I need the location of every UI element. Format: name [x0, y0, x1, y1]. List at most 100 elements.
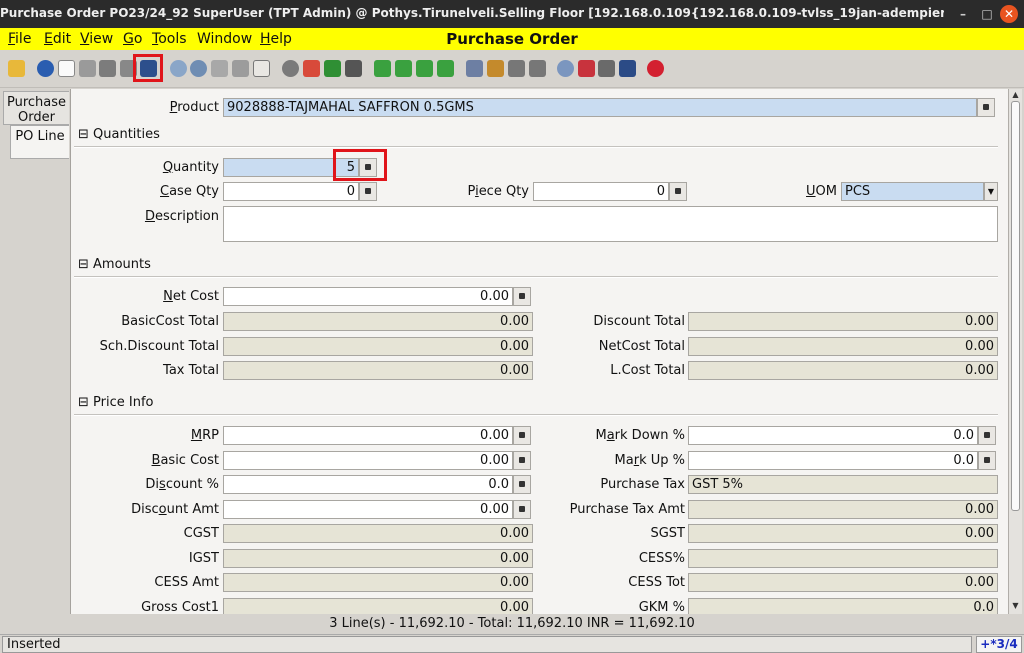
section-price-info[interactable]: ⊟ Price Info [74, 393, 998, 416]
save-icon[interactable] [140, 60, 157, 77]
cess-pct-field [688, 549, 998, 568]
menu-help[interactable]: Help [260, 31, 292, 47]
mark-up-label: Mark Up % [614, 453, 685, 468]
quantity-calculator-button[interactable] [359, 158, 377, 177]
mrp-field[interactable]: 0.00 [223, 426, 513, 445]
scroll-up-icon[interactable]: ▲ [1010, 89, 1021, 101]
home-icon[interactable] [303, 60, 320, 77]
po-line-form: Product 9028888-TAJMAHAL SAFFRON 0.5GMS … [70, 89, 1008, 614]
mark-up-field[interactable]: 0.0 [688, 451, 978, 470]
exit-icon[interactable] [647, 60, 664, 77]
menu-view[interactable]: View [80, 31, 113, 47]
mark-down-calculator-button[interactable] [978, 426, 996, 445]
cess-pct-label: CESS% [638, 551, 685, 566]
copy-record-icon[interactable] [79, 60, 96, 77]
tax-total-field: 0.00 [223, 361, 533, 380]
find-icon[interactable] [190, 60, 207, 77]
uom-label: UOM [806, 184, 837, 199]
cgst-field: 0.00 [223, 524, 533, 543]
print-icon[interactable] [529, 60, 546, 77]
tab-purchase-order[interactable]: Purchase Order [3, 91, 69, 125]
sgst-label: SGST [650, 526, 685, 541]
description-field[interactable] [223, 206, 998, 242]
undo-icon[interactable] [8, 60, 25, 77]
parent-icon[interactable] [324, 60, 341, 77]
previous-record-icon[interactable] [395, 60, 412, 77]
uom-dropdown-arrow[interactable]: ▼ [984, 182, 998, 201]
piece-qty-label: Piece Qty [467, 184, 530, 199]
net-cost-calculator-button[interactable] [513, 287, 531, 306]
piece-qty-field[interactable]: 0 [533, 182, 669, 201]
discount-pct-field[interactable]: 0.0 [223, 475, 513, 494]
menu-edit[interactable]: Edit [44, 31, 71, 47]
description-label: Description [144, 209, 219, 224]
discount-amt-field[interactable]: 0.00 [223, 500, 513, 519]
case-qty-field[interactable]: 0 [223, 182, 359, 201]
status-bar: Inserted +*3/4 [0, 634, 1024, 653]
menu-file[interactable]: File [8, 31, 31, 47]
product-lookup-button[interactable] [977, 98, 995, 117]
product-field[interactable]: 9028888-TAJMAHAL SAFFRON 0.5GMS [223, 98, 977, 117]
discount-pct-calculator-button[interactable] [513, 475, 531, 494]
product-info-icon[interactable] [619, 60, 636, 77]
case-qty-label: Case Qty [160, 184, 219, 199]
l-cost-total-field: 0.00 [688, 361, 998, 380]
tab-po-line[interactable]: PO Line [10, 125, 69, 159]
igst-field: 0.00 [223, 549, 533, 568]
section-quantities[interactable]: ⊟ Quantities [74, 125, 998, 148]
case-qty-calculator-button[interactable] [359, 182, 377, 201]
quantity-field[interactable]: 5 [223, 158, 359, 177]
sch-discount-total-label: Sch.Discount Total [99, 339, 219, 354]
basic-cost-total-label: BasicCost Total [121, 314, 219, 329]
gross-cost1-field: 0.00 [223, 598, 533, 614]
report-icon[interactable] [466, 60, 483, 77]
maximize-button[interactable]: □ [978, 5, 996, 23]
menu-go[interactable]: Go [123, 31, 142, 47]
delete-selection-icon[interactable] [120, 60, 137, 77]
refresh-icon[interactable] [170, 60, 187, 77]
first-record-icon[interactable] [374, 60, 391, 77]
archive-icon[interactable] [487, 60, 504, 77]
uom-select[interactable]: PCS [841, 182, 984, 201]
mark-down-field[interactable]: 0.0 [688, 426, 978, 445]
net-cost-label: Net Cost [163, 289, 219, 304]
help-icon[interactable] [37, 60, 54, 77]
record-indicator[interactable]: +*3/4 [976, 636, 1022, 653]
request-icon[interactable] [598, 60, 615, 77]
detail-icon[interactable] [345, 60, 362, 77]
workflow-icon[interactable] [578, 60, 595, 77]
zoom-across-icon[interactable] [557, 60, 574, 77]
history-icon[interactable] [282, 60, 299, 77]
last-record-icon[interactable] [437, 60, 454, 77]
form-scrollbar[interactable]: ▲ ▼ [1008, 89, 1022, 614]
scroll-down-icon[interactable]: ▼ [1010, 600, 1021, 612]
menu-window[interactable]: Window [197, 31, 252, 47]
grid-toggle-icon[interactable] [253, 60, 270, 77]
purchase-tax-label: Purchase Tax [600, 477, 685, 492]
print-preview-icon[interactable] [508, 60, 525, 77]
menu-tools[interactable]: Tools [152, 31, 187, 47]
discount-total-label: Discount Total [593, 314, 685, 329]
gross-cost1-label: Gross Cost1 [141, 600, 219, 614]
scrollbar-thumb[interactable] [1011, 101, 1020, 511]
gkm-pct-label: GKM % [638, 600, 685, 614]
mark-down-label: Mark Down % [595, 428, 685, 443]
new-record-icon[interactable] [58, 60, 75, 77]
basic-cost-calculator-button[interactable] [513, 451, 531, 470]
discount-amt-calculator-button[interactable] [513, 500, 531, 519]
mark-up-calculator-button[interactable] [978, 451, 996, 470]
section-amounts[interactable]: ⊟ Amounts [74, 255, 998, 278]
toolbar [0, 50, 1024, 88]
delete-icon[interactable] [99, 60, 116, 77]
minimize-button[interactable]: – [954, 5, 972, 23]
piece-qty-calculator-button[interactable] [669, 182, 687, 201]
sgst-field: 0.00 [688, 524, 998, 543]
net-cost-field[interactable]: 0.00 [223, 287, 513, 306]
close-window-button[interactable]: ✕ [1000, 5, 1018, 23]
basic-cost-field[interactable]: 0.00 [223, 451, 513, 470]
chat-icon[interactable] [232, 60, 249, 77]
mrp-calculator-button[interactable] [513, 426, 531, 445]
next-record-icon[interactable] [416, 60, 433, 77]
discount-total-field: 0.00 [688, 312, 998, 331]
attachment-icon[interactable] [211, 60, 228, 77]
